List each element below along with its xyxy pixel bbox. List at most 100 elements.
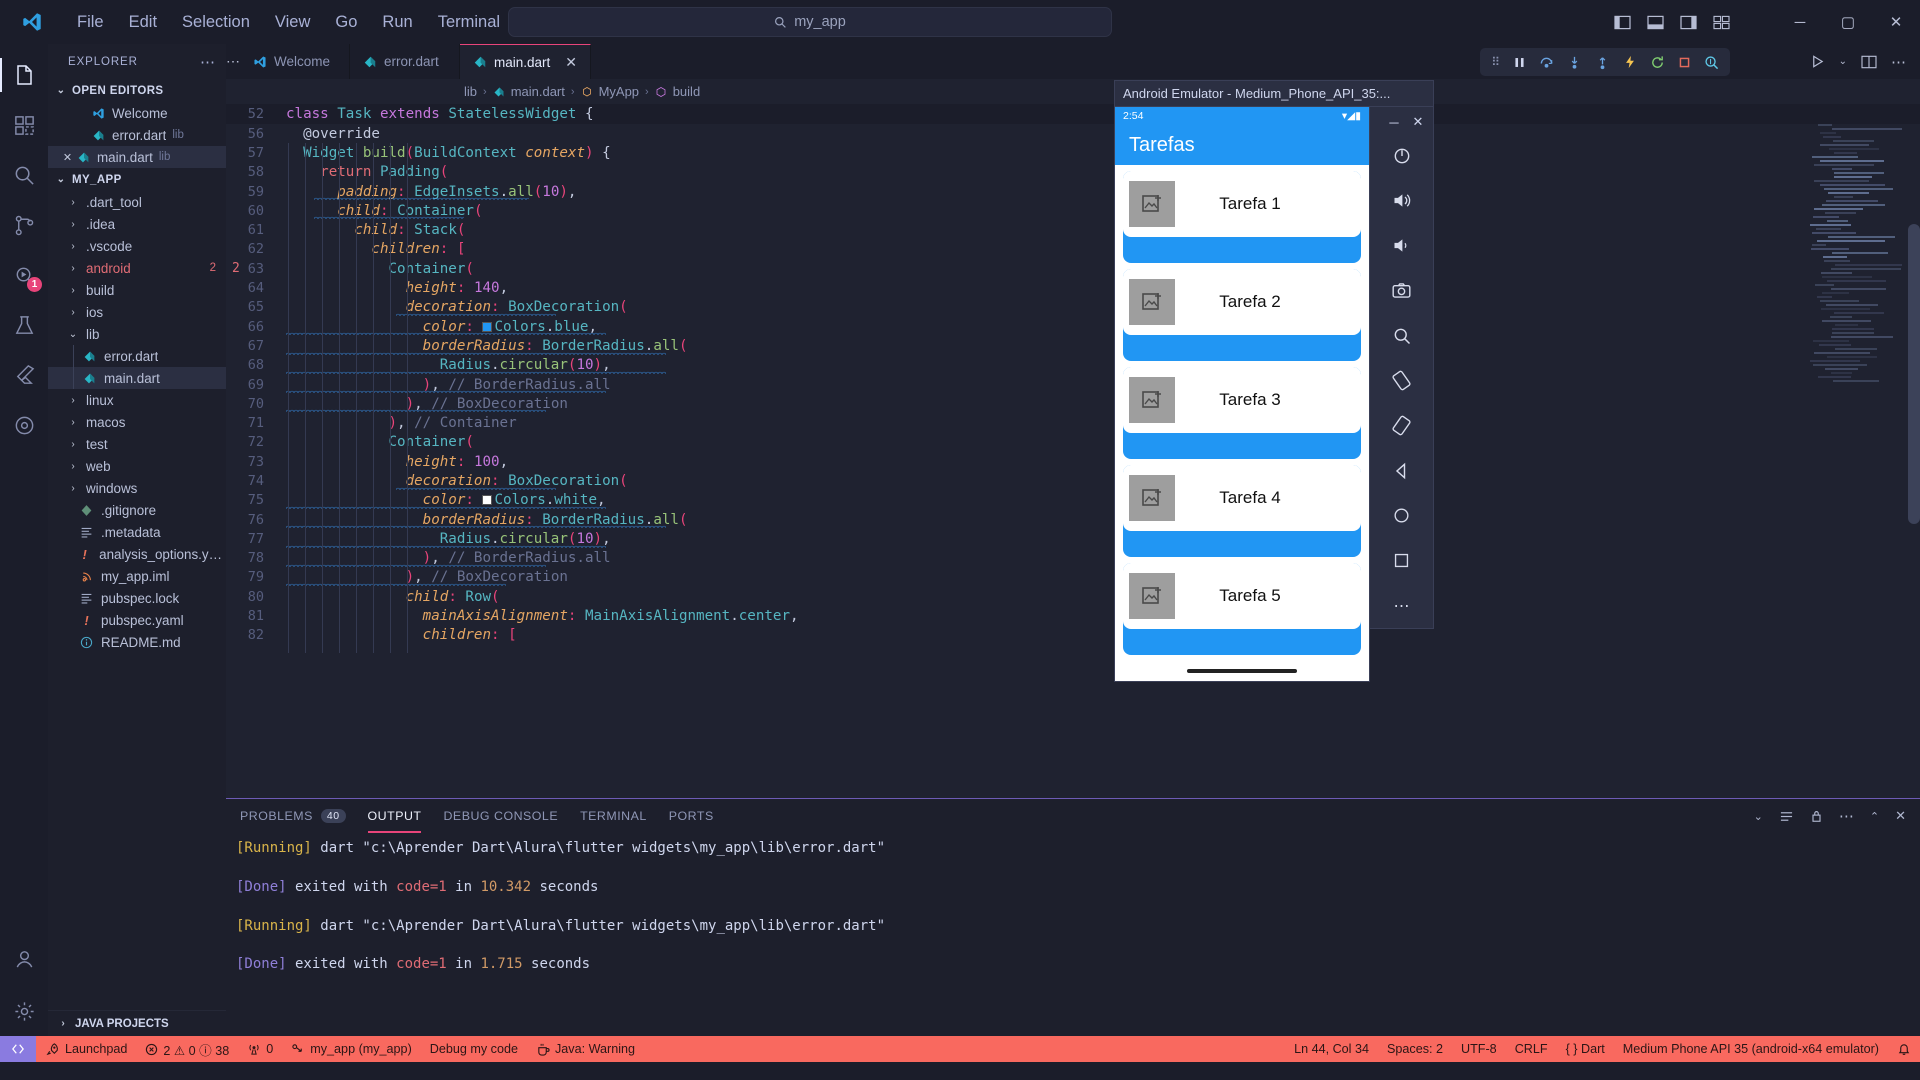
tab-error-dart[interactable]: error.dart: [350, 44, 460, 79]
menu-file[interactable]: File: [66, 9, 115, 36]
tree-item--gitignore[interactable]: .gitignore: [48, 499, 226, 521]
task-list[interactable]: Tarefa 1 Tarefa 2 Tarefa 3 Tarefa 4 Tarefa 5: [1115, 165, 1369, 655]
code-line[interactable]: 56 @override: [226, 124, 1920, 143]
run-icon[interactable]: [1810, 54, 1825, 69]
code-line[interactable]: 70 ), // BoxDecoration: [226, 394, 1920, 413]
tree-item-build[interactable]: › build: [48, 279, 226, 301]
maximize-panel-icon[interactable]: ⌃: [1870, 810, 1879, 823]
step-into-icon[interactable]: [1567, 55, 1582, 70]
code-line[interactable]: 72 Container(: [226, 433, 1920, 452]
status-debug-my-code[interactable]: Debug my code: [421, 1036, 527, 1062]
code-line[interactable]: 79 ), // BoxDecoration: [226, 568, 1920, 587]
lock-icon[interactable]: [1810, 809, 1823, 823]
activity-explorer[interactable]: [0, 50, 48, 100]
step-out-icon[interactable]: [1595, 55, 1610, 70]
restart-icon[interactable]: [1650, 55, 1665, 70]
activity-source-control[interactable]: [0, 200, 48, 250]
command-search-box[interactable]: my_app: [508, 7, 1112, 37]
tabs-overflow-icon[interactable]: ⋯: [226, 44, 240, 79]
tree-item--vscode[interactable]: › .vscode: [48, 235, 226, 257]
emulator-close-button[interactable]: ✕: [1407, 111, 1429, 133]
status-language-mode[interactable]: { } Dart: [1557, 1036, 1614, 1062]
open-editor-welcome[interactable]: Welcome: [48, 102, 226, 124]
tree-item-linux[interactable]: › linux: [48, 389, 226, 411]
tree-item-macos[interactable]: › macos: [48, 411, 226, 433]
inspect-widget-icon[interactable]: [1704, 55, 1719, 70]
code-line[interactable]: 67 borderRadius: BorderRadius.all(: [226, 336, 1920, 355]
more-icon[interactable]: ⋯: [1380, 583, 1424, 628]
breadcrumb-folder[interactable]: lib: [464, 84, 477, 99]
menu-edit[interactable]: Edit: [118, 9, 168, 36]
activity-accounts[interactable]: [0, 936, 48, 986]
status-indentation[interactable]: Spaces: 2: [1378, 1036, 1452, 1062]
tree-item-error-dart[interactable]: error.dart: [48, 345, 226, 367]
toggle-primary-sidebar-icon[interactable]: [1614, 15, 1631, 30]
status-launchpad[interactable]: Launchpad: [36, 1036, 136, 1062]
panel-tab-ports[interactable]: PORTS: [669, 799, 714, 833]
task-card[interactable]: Tarefa 1: [1123, 171, 1361, 263]
status-problems[interactable]: 2 ⚠ 0 ⓘ 38: [136, 1036, 238, 1062]
android-emulator-window[interactable]: Android Emulator - Medium_Phone_API_35:.…: [1114, 80, 1434, 682]
split-editor-icon[interactable]: [1861, 55, 1877, 69]
step-over-icon[interactable]: [1539, 55, 1554, 70]
task-card[interactable]: Tarefa 4: [1123, 465, 1361, 557]
volume-down-icon[interactable]: [1380, 223, 1424, 268]
status-device[interactable]: my_app (my_app): [282, 1036, 421, 1062]
power-icon[interactable]: [1380, 133, 1424, 178]
run-dropdown-icon[interactable]: ⌄: [1839, 56, 1847, 67]
code-line[interactable]: 61 child: Stack(: [226, 220, 1920, 239]
grip-icon[interactable]: ⠿: [1491, 55, 1500, 69]
code-line[interactable]: 60 child: Container(: [226, 201, 1920, 220]
status-encoding[interactable]: UTF-8: [1452, 1036, 1506, 1062]
menu-go[interactable]: Go: [324, 9, 368, 36]
status-eol[interactable]: CRLF: [1506, 1036, 1557, 1062]
section-my-app[interactable]: ⌄ MY_APP: [48, 168, 226, 191]
panel-tab-terminal[interactable]: TERMINAL: [580, 799, 647, 833]
code-line[interactable]: 64 height: 140,: [226, 278, 1920, 297]
code-line[interactable]: 73 height: 100,: [226, 452, 1920, 471]
remote-window-button[interactable]: [0, 1036, 36, 1062]
panel-tab-problems[interactable]: PROBLEMS 40: [240, 799, 346, 833]
code-line[interactable]: 66 color: Colors.blue,: [226, 317, 1920, 336]
hot-reload-icon[interactable]: [1623, 55, 1637, 69]
tree-item-my-app-iml[interactable]: my_app.iml: [48, 565, 226, 587]
code-line[interactable]: 57 Widget build(BuildContext context) {: [226, 143, 1920, 162]
code-line[interactable]: 62 children: [: [226, 240, 1920, 259]
code-line[interactable]: 58 return Padding(: [226, 163, 1920, 182]
volume-up-icon[interactable]: [1380, 178, 1424, 223]
open-editor-error-dart[interactable]: error.dart lib: [48, 124, 226, 146]
tree-item--dart-tool[interactable]: › .dart_tool: [48, 191, 226, 213]
breadcrumb-file[interactable]: main.dart: [511, 84, 565, 99]
home-icon[interactable]: [1380, 493, 1424, 538]
section-open-editors[interactable]: ⌄ OPEN EDITORS: [48, 79, 226, 102]
panel-more-icon[interactable]: ⋯: [1839, 807, 1854, 825]
customize-layout-icon[interactable]: [1713, 15, 1730, 30]
camera-icon[interactable]: [1380, 268, 1424, 313]
tree-item-lib[interactable]: ⌄ lib: [48, 323, 226, 345]
section-java-projects[interactable]: › JAVA PROJECTS: [48, 1010, 226, 1036]
activity-docker[interactable]: [0, 400, 48, 450]
toggle-secondary-sidebar-icon[interactable]: [1680, 15, 1697, 30]
code-line[interactable]: 78 ), // BorderRadius.all: [226, 549, 1920, 568]
emulator-minimize-button[interactable]: ─: [1383, 111, 1405, 133]
toggle-panel-icon[interactable]: [1647, 15, 1664, 30]
code-line[interactable]: 74 decoration: BoxDecoration(: [226, 471, 1920, 490]
android-gesture-nav[interactable]: [1115, 661, 1369, 681]
tree-item-pubspec-lock[interactable]: pubspec.lock: [48, 587, 226, 609]
code-line[interactable]: 75 color: Colors.white,: [226, 491, 1920, 510]
activity-testing[interactable]: [0, 300, 48, 350]
window-minimize-button[interactable]: ─: [1776, 0, 1824, 44]
open-editor-main-dart[interactable]: ✕ main.dart lib: [48, 146, 226, 168]
tree-item-main-dart[interactable]: main.dart: [48, 367, 226, 389]
code-line[interactable]: 77 Radius.circular(10),: [226, 529, 1920, 548]
rotate-left-icon[interactable]: [1380, 358, 1424, 403]
status-ports[interactable]: 0: [238, 1036, 282, 1062]
code-line[interactable]: 76 borderRadius: BorderRadius.all(: [226, 510, 1920, 529]
activity-run-and-debug[interactable]: 1: [0, 250, 48, 300]
window-maximize-button[interactable]: ▢: [1824, 0, 1872, 44]
back-icon[interactable]: [1380, 448, 1424, 493]
tab-main-dart[interactable]: main.dart ✕: [460, 44, 591, 79]
code-line[interactable]: 69 ), // BorderRadius.all: [226, 375, 1920, 394]
status-emulator-target[interactable]: Medium Phone API 35 (android-x64 emulato…: [1614, 1036, 1888, 1062]
window-close-button[interactable]: ✕: [1872, 0, 1920, 44]
